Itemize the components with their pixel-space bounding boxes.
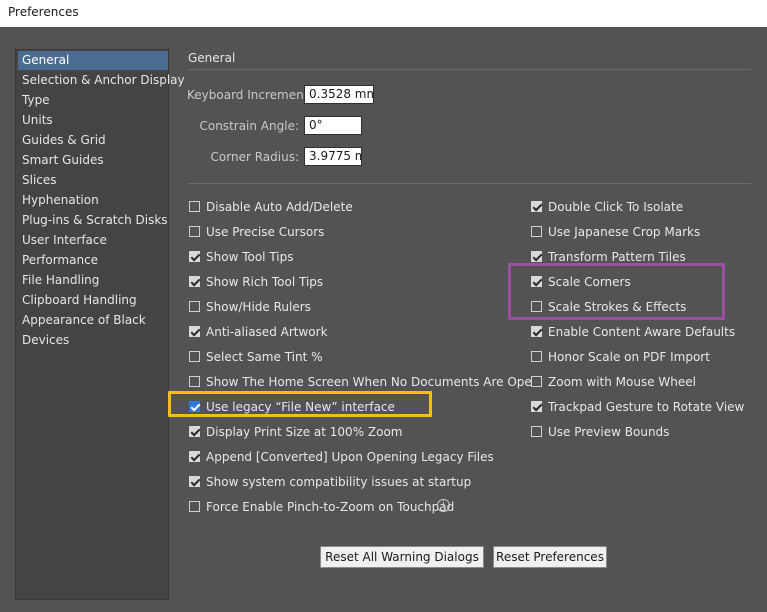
corner-radius-label: Corner Radius: [210,150,299,164]
corner-radius-input[interactable]: 3.9775 m [304,147,362,166]
sidebar-item-type[interactable]: Type [18,91,168,110]
checkbox[interactable] [189,476,200,487]
constrain-angle-input[interactable]: 0° [304,116,362,135]
checkbox[interactable] [189,426,200,437]
reset-preferences-button[interactable]: Reset Preferences [493,546,607,568]
checkbox[interactable] [189,201,200,212]
checkbox[interactable] [531,326,542,337]
section-divider [188,69,751,70]
checkbox[interactable] [531,401,542,412]
sidebar-item-user-interface[interactable]: User Interface [18,231,168,250]
checkbox[interactable] [531,351,542,362]
sidebar-item-devices[interactable]: Devices [18,331,168,350]
info-icon[interactable]: i [437,499,450,512]
checkbox[interactable] [531,226,542,237]
sidebar-item-clipboard-handling[interactable]: Clipboard Handling [18,291,168,310]
checkbox[interactable] [531,426,542,437]
checkbox[interactable] [189,226,200,237]
checkbox[interactable] [189,376,200,387]
title-bar: Preferences [0,0,767,27]
window-title: Preferences [8,5,79,19]
section-title: General [188,51,236,65]
yellow-highlight-box [168,391,432,417]
checkbox[interactable] [189,326,200,337]
sidebar-item-smart-guides[interactable]: Smart Guides [18,151,168,170]
checkbox[interactable] [189,501,200,512]
options-divider [188,183,751,184]
keyboard-increment-input[interactable]: 0.3528 mm [304,85,374,104]
checkbox[interactable] [189,251,200,262]
sidebar-item-appearance-of-black[interactable]: Appearance of Black [18,311,168,330]
checkbox[interactable] [189,451,200,462]
constrain-angle-label: Constrain Angle: [199,119,299,133]
checkbox[interactable] [531,251,542,262]
sidebar-item-units[interactable]: Units [18,111,168,130]
sidebar-item-general[interactable]: General [18,51,168,70]
sidebar-item-file-handling[interactable]: File Handling [18,271,168,290]
sidebar-item-hyphenation[interactable]: Hyphenation [18,191,168,210]
reset-warning-dialogs-button[interactable]: Reset All Warning Dialogs [320,546,484,568]
sidebar-item-guides-grid[interactable]: Guides & Grid [18,131,168,150]
sidebar-item-performance[interactable]: Performance [18,251,168,270]
checkbox[interactable] [531,201,542,212]
sidebar-item-slices[interactable]: Slices [18,171,168,190]
checkbox[interactable] [189,351,200,362]
sidebar-item-plugins-scratch-disks[interactable]: Plug-ins & Scratch Disks [18,211,168,230]
checkbox[interactable] [189,301,200,312]
checkbox[interactable] [531,376,542,387]
purple-highlight-box [508,263,725,320]
checkbox[interactable] [189,276,200,287]
keyboard-increment-label: Keyboard Increment: [187,88,313,102]
sidebar-item-selection-anchor-display[interactable]: Selection & Anchor Display [18,71,185,90]
sidebar: General Selection & Anchor Display Type … [15,49,185,600]
